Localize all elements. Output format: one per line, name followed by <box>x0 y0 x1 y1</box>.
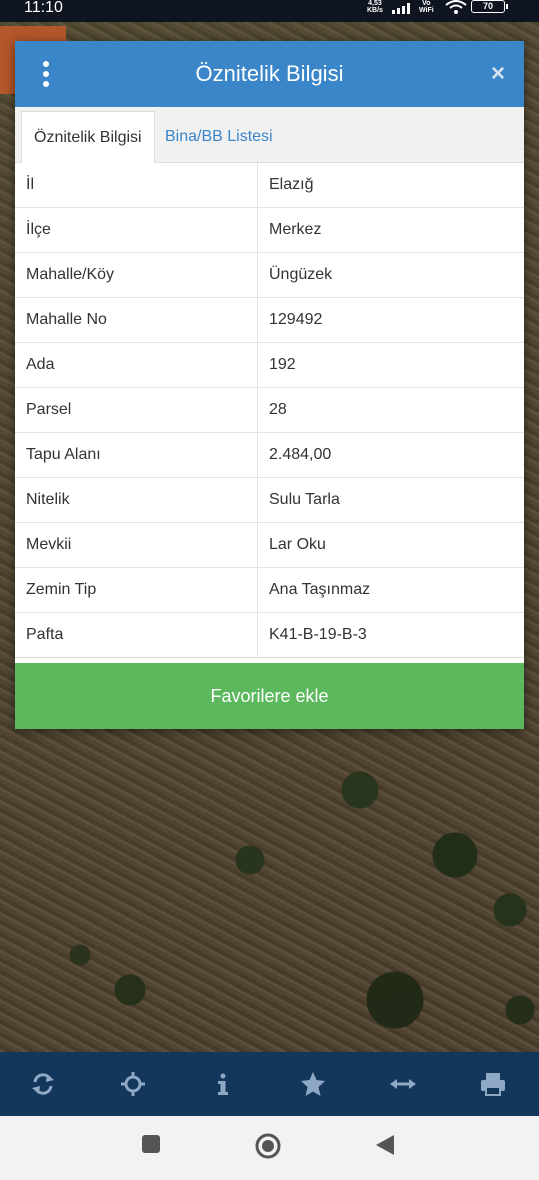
close-icon[interactable]: × <box>485 62 511 86</box>
attribute-key: Mahalle/Köy <box>15 252 258 298</box>
star-icon[interactable] <box>299 1070 327 1098</box>
tab-attribute-info[interactable]: Öznitelik Bilgisi <box>21 111 155 163</box>
table-row: Nitelik Sulu Tarla <box>15 477 524 523</box>
network-speed-value: 4,53 <box>368 0 382 7</box>
measure-icon[interactable] <box>389 1070 417 1098</box>
volte-indicator: Vo WiFi <box>419 0 434 14</box>
attribute-value: Sulu Tarla <box>257 477 524 523</box>
attribute-key: Tapu Alanı <box>15 432 258 478</box>
back-icon[interactable] <box>375 1134 395 1156</box>
status-bar: 11:10 4,53 KB/s Vo WiFi 70 <box>0 0 539 22</box>
recents-icon[interactable] <box>141 1134 161 1154</box>
table-row: Tapu Alanı 2.484,00 <box>15 432 524 478</box>
table-row: Pafta K41-B-19-B-3 <box>15 612 524 658</box>
attribute-key: Mevkii <box>15 522 258 568</box>
attribute-key: Parsel <box>15 387 258 433</box>
table-row: Zemin Tip Ana Taşınmaz <box>15 567 524 613</box>
wifi-label: WiFi <box>419 7 434 14</box>
attribute-key: Zemin Tip <box>15 567 258 613</box>
attribute-table: İl Elazığ İlçe Merkez Mahalle/Köy Üngüzek Maha… <box>15 163 524 658</box>
table-row: Mahalle No 129492 <box>15 297 524 343</box>
attribute-value: Merkez <box>257 207 524 253</box>
table-row: İlçe Merkez <box>15 207 524 253</box>
attribute-key: İlçe <box>15 207 258 253</box>
attribute-value: Lar Oku <box>257 522 524 568</box>
network-speed-unit: KB/s <box>367 7 383 14</box>
system-nav-bar <box>0 1116 539 1180</box>
attribute-value: 192 <box>257 342 524 388</box>
network-speed: 4,53 KB/s <box>367 0 383 14</box>
attribute-key: Pafta <box>15 612 258 658</box>
table-row: Mahalle/Köy Üngüzek <box>15 252 524 298</box>
locate-icon[interactable] <box>119 1070 147 1098</box>
attribute-value: Elazığ <box>257 163 524 208</box>
attribute-value: Ana Taşınmaz <box>257 567 524 613</box>
table-row: Parsel 28 <box>15 387 524 433</box>
add-to-favorites-button[interactable]: Favorilere ekle <box>15 663 524 729</box>
print-icon[interactable] <box>479 1070 507 1098</box>
volte-label: Vo <box>422 0 431 7</box>
battery-indicator: 70 <box>471 0 508 13</box>
attribute-key: İl <box>15 163 258 208</box>
refresh-icon[interactable] <box>29 1070 57 1098</box>
tab-strip: Öznitelik Bilgisi Bina/BB Listesi <box>15 107 524 163</box>
attribute-value: 2.484,00 <box>257 432 524 478</box>
dialog-header: Öznitelik Bilgisi × <box>15 41 524 107</box>
attribute-key: Nitelik <box>15 477 258 523</box>
table-row: Ada 192 <box>15 342 524 388</box>
attribute-key: Mahalle No <box>15 297 258 343</box>
status-time: 11:10 <box>24 0 63 16</box>
dialog-title: Öznitelik Bilgisi <box>195 61 344 86</box>
attribute-value: K41-B-19-B-3 <box>257 612 524 658</box>
tab-building-list[interactable]: Bina/BB Listesi <box>153 111 285 162</box>
signal-icon <box>392 3 410 14</box>
attribute-key: Ada <box>15 342 258 388</box>
map-toolbar <box>0 1052 539 1116</box>
table-row: Mevkii Lar Oku <box>15 522 524 568</box>
attribute-dialog: Öznitelik Bilgisi × Öznitelik Bilgisi Bi… <box>15 41 524 729</box>
info-icon[interactable] <box>209 1070 237 1098</box>
table-row: İl Elazığ <box>15 163 524 208</box>
attribute-value: 129492 <box>257 297 524 343</box>
wifi-icon <box>445 0 467 14</box>
attribute-value: Üngüzek <box>257 252 524 298</box>
home-icon[interactable] <box>255 1133 281 1159</box>
attribute-value: 28 <box>257 387 524 433</box>
